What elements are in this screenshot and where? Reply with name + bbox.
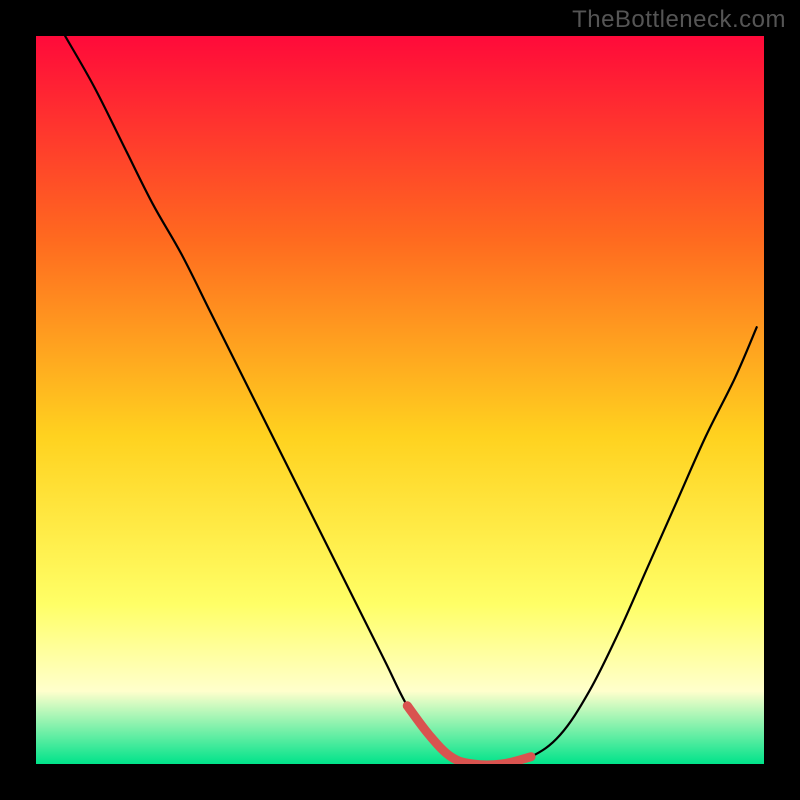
plot-area [36,36,764,764]
chart-frame: TheBottleneck.com [0,0,800,800]
watermark-text: TheBottleneck.com [572,6,786,34]
gradient-background [36,36,764,764]
bottleneck-chart-svg [36,36,764,764]
